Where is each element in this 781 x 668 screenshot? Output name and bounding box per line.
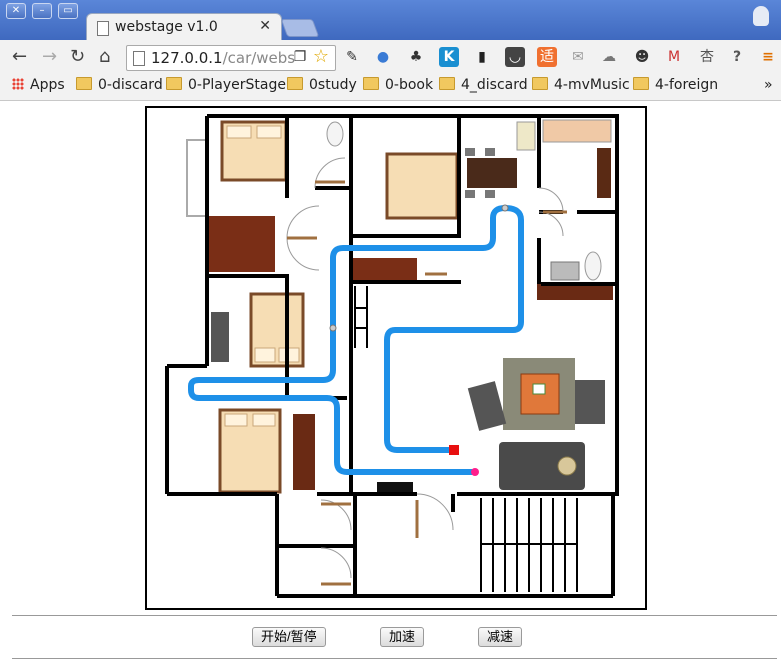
- translate-extension-icon[interactable]: 适: [537, 47, 557, 67]
- tab-title: webstage v1.0: [115, 19, 218, 35]
- bookmark-folder[interactable]: 4_discard: [439, 77, 528, 93]
- k-extension-icon[interactable]: K: [439, 47, 459, 67]
- chat-extension-icon[interactable]: ☻: [632, 47, 652, 67]
- close-window-button[interactable]: ✕: [6, 3, 26, 19]
- browser-toolbar: ← → ↻ ⌂ 127.0.0.1/car/webs ❐ ☆ ✎ ● ♣ K ▮…: [0, 40, 781, 74]
- shelf: [353, 258, 417, 282]
- dictionary-extension-icon[interactable]: 杏: [697, 47, 717, 67]
- forward-icon[interactable]: →: [42, 46, 57, 67]
- folder-icon: [439, 77, 455, 90]
- bookmark-folder[interactable]: 4-mvMusic: [532, 77, 630, 93]
- waypoint-marker: [501, 204, 509, 212]
- phone-extension-icon[interactable]: ▮: [472, 47, 492, 67]
- help-extension-icon[interactable]: ?: [727, 47, 747, 67]
- folder-icon: [166, 77, 182, 90]
- pen-extension-icon[interactable]: ✎: [342, 47, 362, 67]
- weather-extension-icon[interactable]: ☁: [599, 47, 619, 67]
- back-icon[interactable]: ←: [12, 46, 27, 67]
- kitchen-counter: [542, 119, 612, 143]
- profile-icon[interactable]: [753, 6, 769, 26]
- folder-icon: [76, 77, 92, 90]
- wardrobe: [209, 216, 275, 272]
- menu-icon[interactable]: ≡: [758, 47, 778, 67]
- bookmark-folder[interactable]: 4-foreign: [633, 77, 718, 93]
- stairs: [480, 498, 578, 592]
- armchair: [467, 381, 507, 431]
- bookmark-folder[interactable]: 0-discard: [76, 77, 163, 93]
- furniture: [186, 119, 613, 592]
- browser-tab[interactable]: webstage v1.0 ✕: [86, 13, 282, 42]
- floorplan-stage[interactable]: [145, 106, 647, 610]
- bookmark-apps[interactable]: Apps: [12, 77, 65, 93]
- dining-table: [467, 158, 517, 188]
- mail-extension-icon[interactable]: ✉: [568, 47, 588, 67]
- waypoint-marker: [329, 324, 337, 332]
- robot-marker[interactable]: [471, 468, 479, 476]
- reload-icon[interactable]: ↻: [70, 46, 85, 67]
- bookmark-folder[interactable]: 0-PlayerStage: [166, 77, 286, 93]
- maximize-window-button[interactable]: ▭: [58, 3, 78, 19]
- bookmark-star-icon[interactable]: ☆: [311, 47, 331, 67]
- fridge: [516, 121, 536, 151]
- floorplan-map: [165, 114, 619, 598]
- divider-top: [12, 615, 777, 616]
- bookmark-label: 0-discard: [98, 77, 163, 93]
- evernote-extension-icon[interactable]: ♣: [406, 47, 426, 67]
- copy-icon[interactable]: ❐: [290, 47, 310, 67]
- folder-icon: [363, 77, 379, 90]
- bookmark-label: Apps: [30, 77, 65, 93]
- slow-down-button[interactable]: 减速: [478, 627, 523, 647]
- toilet-master: [326, 121, 344, 147]
- bookmark-label: 0-PlayerStage: [188, 77, 286, 93]
- new-tab-button[interactable]: [280, 19, 320, 37]
- bookmark-label: 4-mvMusic: [554, 77, 630, 93]
- sink: [550, 261, 580, 281]
- home-icon[interactable]: ⌂: [99, 46, 110, 67]
- minimize-window-button[interactable]: –: [32, 3, 52, 19]
- armchair-right: [575, 380, 605, 424]
- speed-up-button[interactable]: 加速: [380, 627, 425, 647]
- start-pause-button[interactable]: 开始/暂停: [252, 627, 326, 647]
- pocket-extension-icon[interactable]: ◡: [505, 47, 525, 67]
- bookmark-label: 4-foreign: [655, 77, 719, 93]
- folder-icon: [633, 77, 649, 90]
- page-info-icon: [133, 51, 145, 66]
- page-icon: [97, 21, 109, 36]
- bookmarks-bar: Apps 0-discard 0-PlayerStage 0study 0-bo…: [0, 74, 781, 101]
- title-bar: ✕ – ▭ webstage v1.0 ✕: [0, 0, 781, 42]
- folder-icon: [532, 77, 548, 90]
- m-extension-icon[interactable]: M: [664, 47, 684, 67]
- counter: [537, 284, 613, 300]
- bookmark-folder[interactable]: 0study: [287, 77, 357, 93]
- stove: [597, 148, 611, 198]
- tv-stand: [377, 482, 413, 492]
- url-host: 127.0.0.1: [151, 49, 223, 67]
- goal-marker: [449, 445, 459, 455]
- tab-close-icon[interactable]: ✕: [259, 18, 271, 34]
- desk: [211, 312, 229, 362]
- bookmark-label: 0-book: [385, 77, 434, 93]
- folder-icon: [287, 77, 303, 90]
- apps-icon: [12, 78, 24, 90]
- bookmark-label: 0study: [309, 77, 357, 93]
- toilet: [584, 251, 602, 281]
- bookmarks-overflow-icon[interactable]: »: [764, 77, 773, 93]
- window-west: [186, 139, 208, 217]
- wardrobe-south: [293, 414, 315, 490]
- interior-stairs: [354, 286, 368, 348]
- bookmark-label: 4_discard: [461, 77, 528, 93]
- bookmark-folder[interactable]: 0-book: [363, 77, 433, 93]
- divider-bottom: [12, 658, 777, 659]
- bed-north: [385, 152, 459, 220]
- user-block-extension-icon[interactable]: ●: [373, 47, 393, 67]
- url-path: /car/webs: [222, 49, 296, 67]
